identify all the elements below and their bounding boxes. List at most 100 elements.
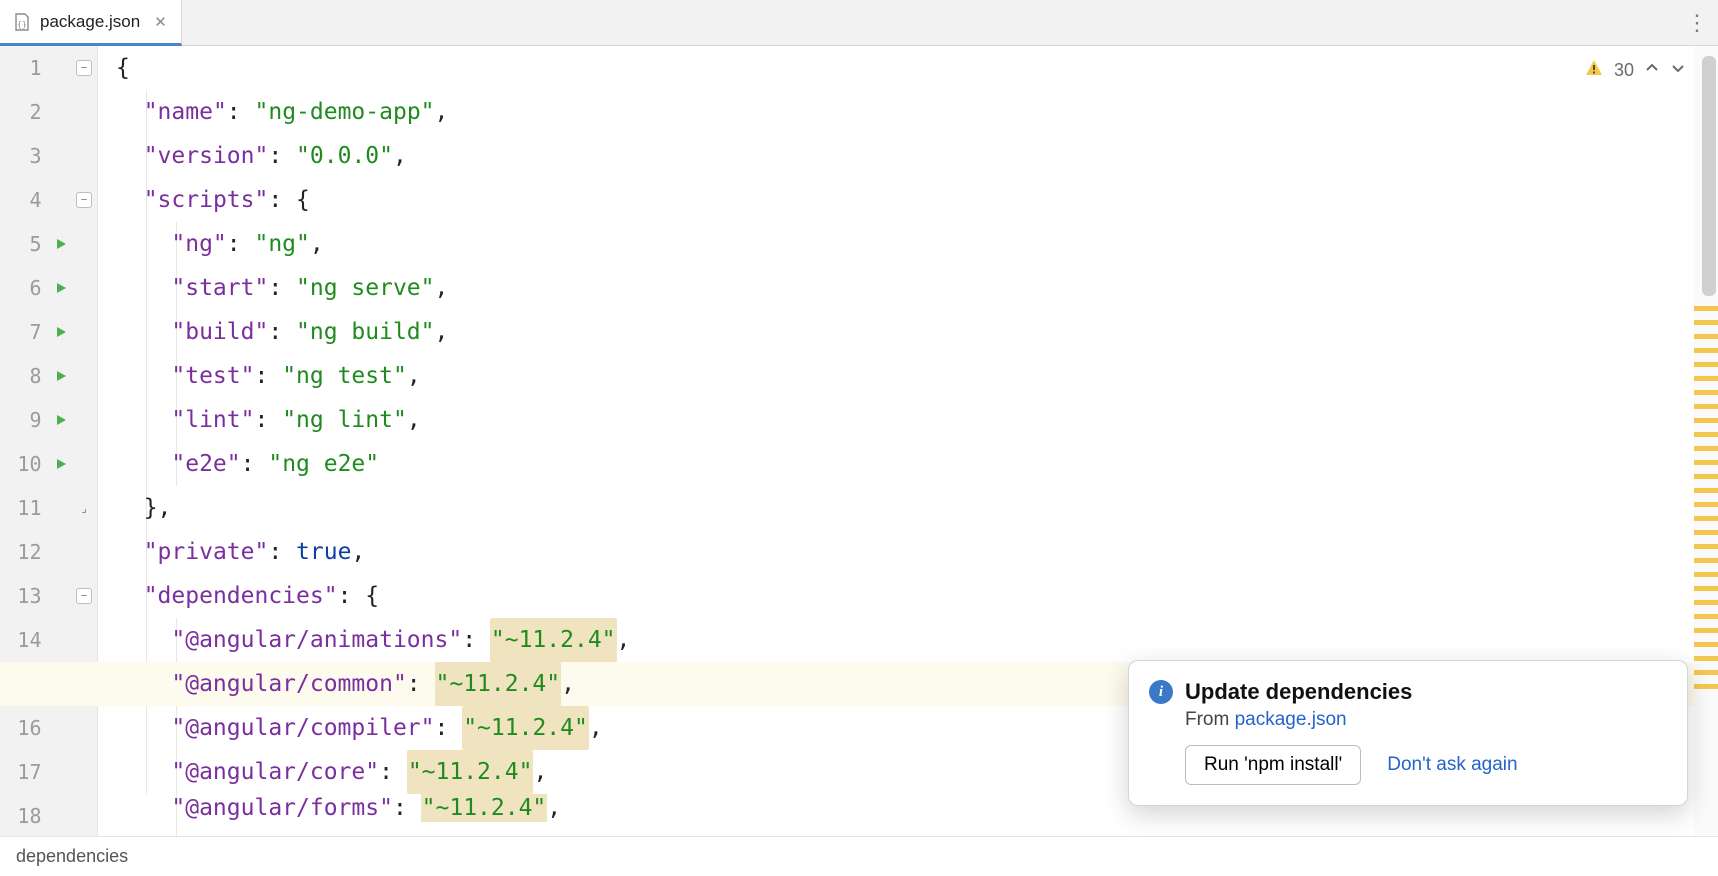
- token-str: "0.0.0": [296, 134, 393, 178]
- inspection-widget[interactable]: 30: [1584, 58, 1686, 83]
- warning-stripe[interactable]: [1694, 586, 1718, 591]
- token-punct: ,: [435, 266, 449, 310]
- warning-stripe[interactable]: [1694, 348, 1718, 353]
- line-number[interactable]: 16: [0, 716, 52, 740]
- fold-gutter[interactable]: ⌟: [71, 500, 97, 516]
- breadcrumb[interactable]: dependencies: [0, 836, 1718, 876]
- fold-open-icon[interactable]: −: [76, 60, 92, 76]
- run-gutter-icon[interactable]: [52, 325, 72, 339]
- gutter-row: 6: [0, 266, 97, 310]
- warning-stripe[interactable]: [1694, 684, 1718, 689]
- breadcrumb-item[interactable]: dependencies: [16, 846, 128, 867]
- close-icon[interactable]: ✕: [154, 13, 167, 31]
- warning-stripe[interactable]: [1694, 656, 1718, 661]
- fold-close-icon[interactable]: ⌟: [76, 500, 92, 516]
- notification-file-link[interactable]: package.json: [1235, 709, 1347, 730]
- code-line[interactable]: "lint": "ng lint",: [98, 398, 1694, 442]
- warning-stripe[interactable]: [1694, 362, 1718, 367]
- code-line[interactable]: "version": "0.0.0",: [98, 134, 1694, 178]
- token-punct: :: [407, 662, 435, 706]
- line-number[interactable]: 5: [0, 232, 52, 256]
- warning-stripe[interactable]: [1694, 488, 1718, 493]
- code-line[interactable]: "ng": "ng",: [98, 222, 1694, 266]
- svg-text:{}: {}: [17, 20, 27, 29]
- run-gutter-icon[interactable]: [52, 457, 72, 471]
- line-number[interactable]: 4: [0, 188, 52, 212]
- tab-bar-menu-icon[interactable]: ⋮: [1686, 0, 1708, 45]
- next-highlight-icon[interactable]: [1670, 60, 1686, 81]
- token-punct: :: [227, 90, 255, 134]
- line-number[interactable]: 12: [0, 540, 52, 564]
- run-gutter-icon[interactable]: [52, 369, 72, 383]
- run-gutter-icon[interactable]: [52, 281, 72, 295]
- warning-stripe[interactable]: [1694, 460, 1718, 465]
- run-gutter-icon[interactable]: [52, 413, 72, 427]
- code-line[interactable]: "start": "ng serve",: [98, 266, 1694, 310]
- warning-stripe[interactable]: [1694, 642, 1718, 647]
- warning-stripe[interactable]: [1694, 320, 1718, 325]
- warning-stripe[interactable]: [1694, 530, 1718, 535]
- token-punct: ,: [393, 134, 407, 178]
- warning-stripe[interactable]: [1694, 334, 1718, 339]
- code-line[interactable]: "build": "ng build",: [98, 310, 1694, 354]
- tab-package-json[interactable]: {} package.json ✕: [0, 0, 182, 46]
- warning-stripe[interactable]: [1694, 516, 1718, 521]
- line-number[interactable]: 2: [0, 100, 52, 124]
- warning-stripe[interactable]: [1694, 544, 1718, 549]
- run-gutter-icon[interactable]: [52, 237, 72, 251]
- token-str: "ng test": [282, 354, 407, 398]
- line-number[interactable]: 10: [0, 452, 52, 476]
- run-npm-install-button[interactable]: Run 'npm install': [1185, 745, 1361, 785]
- scrollbar-thumb[interactable]: [1702, 56, 1716, 296]
- line-number[interactable]: 18: [0, 804, 52, 828]
- line-number[interactable]: 8: [0, 364, 52, 388]
- line-number[interactable]: 6: [0, 276, 52, 300]
- code-line[interactable]: "test": "ng test",: [98, 354, 1694, 398]
- fold-gutter[interactable]: −: [71, 588, 97, 604]
- code-line[interactable]: {: [98, 46, 1694, 90]
- warning-stripe[interactable]: [1694, 306, 1718, 311]
- token-key: "test": [171, 354, 254, 398]
- code-line[interactable]: "private": true,: [98, 530, 1694, 574]
- warning-stripe[interactable]: [1694, 502, 1718, 507]
- line-number[interactable]: 9: [0, 408, 52, 432]
- line-number[interactable]: 7: [0, 320, 52, 344]
- gutter-row: 14: [0, 618, 97, 662]
- token-key: "build": [171, 310, 268, 354]
- warning-stripe[interactable]: [1694, 614, 1718, 619]
- error-stripe[interactable]: [1694, 46, 1718, 836]
- code-line[interactable]: },: [98, 486, 1694, 530]
- warning-stripe[interactable]: [1694, 446, 1718, 451]
- warning-stripe[interactable]: [1694, 404, 1718, 409]
- line-number[interactable]: 17: [0, 760, 52, 784]
- warning-stripe[interactable]: [1694, 572, 1718, 577]
- fold-open-icon[interactable]: −: [76, 192, 92, 208]
- warning-stripe[interactable]: [1694, 474, 1718, 479]
- token-punct: ,: [561, 662, 575, 706]
- line-number[interactable]: 13: [0, 584, 52, 608]
- gutter-row: 5: [0, 222, 97, 266]
- line-number[interactable]: 3: [0, 144, 52, 168]
- line-number[interactable]: 14: [0, 628, 52, 652]
- warning-stripe[interactable]: [1694, 376, 1718, 381]
- fold-gutter[interactable]: −: [71, 60, 97, 76]
- code-line[interactable]: "dependencies": {: [98, 574, 1694, 618]
- dont-ask-again-link[interactable]: Don't ask again: [1387, 754, 1517, 776]
- warning-stripe[interactable]: [1694, 558, 1718, 563]
- fold-open-icon[interactable]: −: [76, 588, 92, 604]
- warning-stripe[interactable]: [1694, 600, 1718, 605]
- warning-stripe[interactable]: [1694, 432, 1718, 437]
- warning-stripe[interactable]: [1694, 390, 1718, 395]
- prev-highlight-icon[interactable]: [1644, 60, 1660, 81]
- token-punct: :: [268, 266, 296, 310]
- fold-gutter[interactable]: −: [71, 192, 97, 208]
- line-number[interactable]: 1: [0, 56, 52, 80]
- code-line[interactable]: "name": "ng-demo-app",: [98, 90, 1694, 134]
- warning-stripe[interactable]: [1694, 670, 1718, 675]
- warning-stripe[interactable]: [1694, 418, 1718, 423]
- code-line[interactable]: "e2e": "ng e2e": [98, 442, 1694, 486]
- line-number[interactable]: 11: [0, 496, 52, 520]
- code-line[interactable]: "scripts": {: [98, 178, 1694, 222]
- code-line[interactable]: "@angular/animations": "~11.2.4",: [98, 618, 1694, 662]
- warning-stripe[interactable]: [1694, 628, 1718, 633]
